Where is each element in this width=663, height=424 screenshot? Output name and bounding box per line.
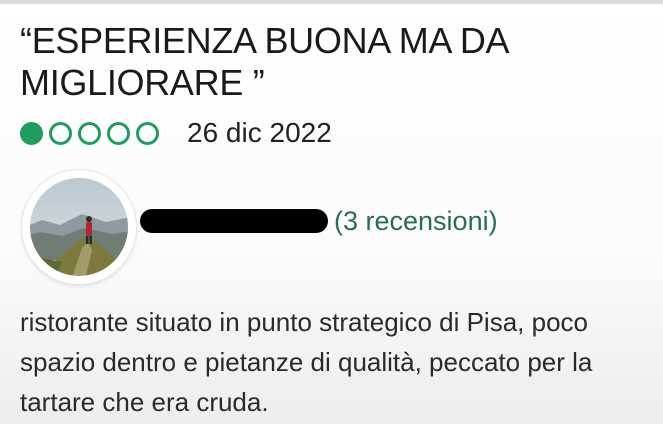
avatar[interactable]: [22, 170, 136, 284]
rating-bubble-empty-icon: [107, 121, 130, 145]
rating-bubble-empty-icon: [78, 121, 101, 145]
review-title: “ESPERIENZA BUONA MA DA MIGLIORARE ”: [20, 20, 508, 103]
redacted-author-name: [140, 209, 328, 233]
review-date: 26 dic 2022: [187, 117, 332, 148]
hiker-on-ridge-photo-icon: [26, 174, 132, 280]
rating-row: 26 dic 2022: [20, 117, 332, 148]
review-body: ristorante situato in punto strategico d…: [20, 307, 593, 417]
top-divider: [0, 0, 663, 4]
rating-bubbles: [20, 121, 159, 145]
author-review-count[interactable]: (3 recensioni): [334, 206, 498, 237]
rating-bubble-filled-icon: [20, 121, 43, 145]
author-row: (3 recensioni): [140, 203, 498, 239]
rating-bubble-empty-icon: [136, 121, 159, 145]
rating-bubble-empty-icon: [49, 121, 72, 145]
